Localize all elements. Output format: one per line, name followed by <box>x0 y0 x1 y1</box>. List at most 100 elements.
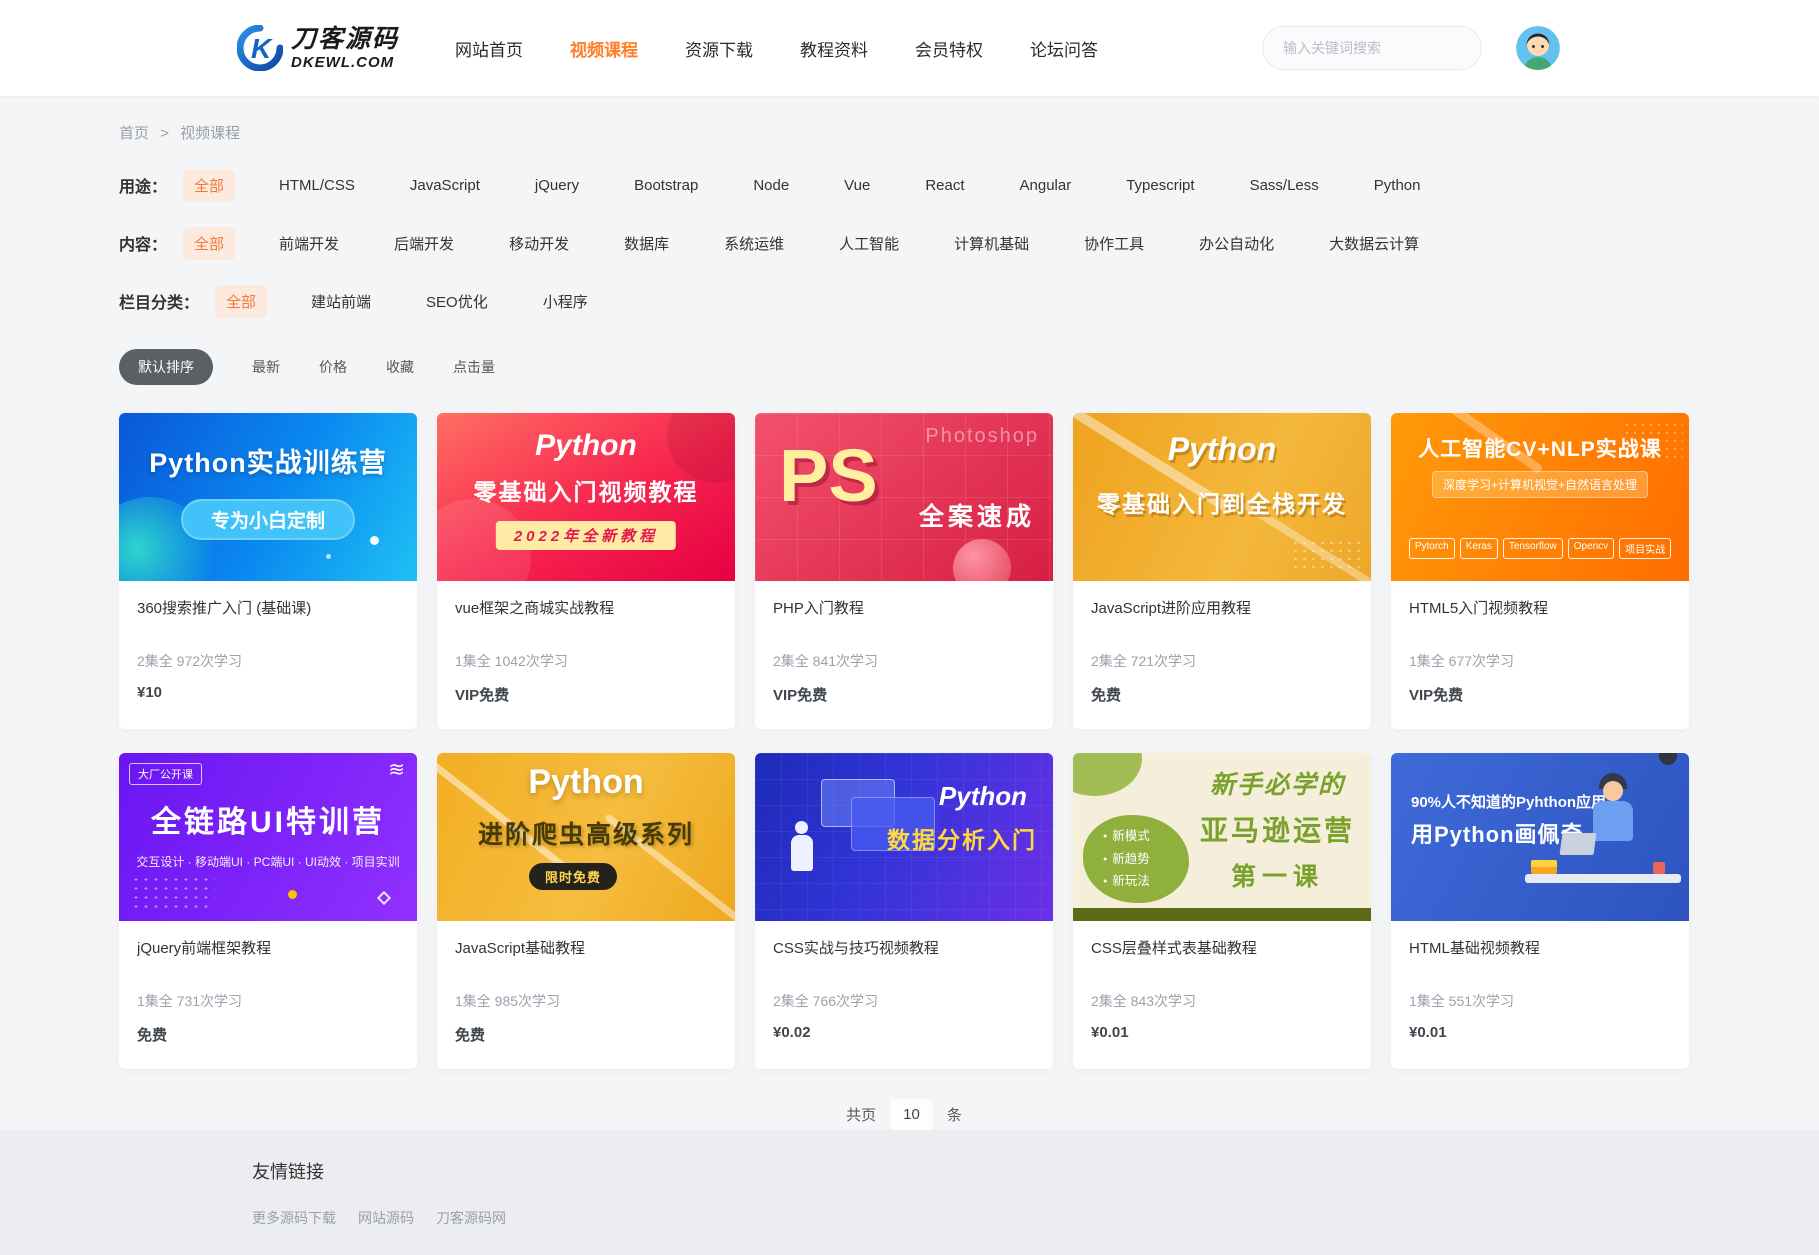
course-title: JavaScript基础教程 <box>455 937 717 958</box>
course-title: 360搜索推广入门 (基础课) <box>137 597 399 618</box>
course-stats: 2集全 721次学习 <box>1091 651 1353 671</box>
filter-option-jquery[interactable]: jQuery <box>524 171 590 200</box>
filter-option-site-frontend[interactable]: 建站前端 <box>300 285 382 318</box>
filter-option-node[interactable]: Node <box>742 171 800 200</box>
thumb-tag: 项目实战 <box>1619 538 1671 559</box>
filter-option-javascript[interactable]: JavaScript <box>399 171 491 200</box>
breadcrumb-home[interactable]: 首页 <box>119 125 149 142</box>
course-card[interactable]: 90%人不知道的Pyhthon应用 用Python画佩奇 HTML基础视频教程 … <box>1391 753 1689 1069</box>
search-box <box>1262 26 1482 70</box>
footer-title: 友情链接 <box>252 1158 1819 1184</box>
thumb-tag: Pytorch <box>1409 538 1455 559</box>
course-card[interactable]: Python 进阶爬虫高级系列 限时免费 JavaScript基础教程 1集全 … <box>437 753 735 1069</box>
logo-en-text: DKEWL.COM <box>291 55 399 70</box>
filter-option-seo[interactable]: SEO优化 <box>415 285 499 318</box>
filter-option-all[interactable]: 全部 <box>183 227 235 260</box>
decor-lamp <box>1659 753 1677 765</box>
filter-option-miniprogram[interactable]: 小程序 <box>532 285 599 318</box>
course-title: jQuery前端框架教程 <box>137 937 399 958</box>
filter-option-mobile[interactable]: 移动开发 <box>498 227 580 260</box>
course-card[interactable]: Python 零基础入门视频教程 2022年全新教程 vue框架之商城实战教程 … <box>437 413 735 729</box>
thumb-brand: Python <box>939 781 1027 812</box>
sort-favorites[interactable]: 收藏 <box>386 357 414 377</box>
course-card[interactable]: Photoshop PS 全案速成 PHP入门教程 2集全 841次学习 VIP… <box>755 413 1053 729</box>
nav-item-downloads[interactable]: 资源下载 <box>685 36 753 61</box>
course-card[interactable]: 大厂公开课 ≋ 全链路UI特训营 交互设计 · 移动端UI · PC端UI · … <box>119 753 417 1069</box>
filter-option-backend[interactable]: 后端开发 <box>383 227 465 260</box>
thumb-headline: 零基础入门到全栈开发 <box>1073 485 1371 519</box>
site-logo[interactable]: K 刀客源码 DKEWL.COM <box>237 25 399 71</box>
course-thumbnail: Photoshop PS 全案速成 <box>755 413 1053 581</box>
course-card[interactable]: 人工智能CV+NLP实战课 深度学习+计算机视觉+自然语言处理 Pytorch … <box>1391 413 1689 729</box>
user-avatar[interactable] <box>1516 26 1560 70</box>
breadcrumb-current: 视频课程 <box>180 125 240 142</box>
thumb-headline: 数据分析入门 <box>887 821 1037 855</box>
filter-option-vue[interactable]: Vue <box>833 171 881 200</box>
course-price: 免费 <box>1091 684 1353 705</box>
nav-item-membership[interactable]: 会员特权 <box>915 36 983 61</box>
filter-row-usage: 用途： 全部 HTML/CSS JavaScript jQuery Bootst… <box>119 169 1689 201</box>
course-card[interactable]: Python 数据分析入门 CSS实战与技巧视频教程 2集全 766次学习 ¥0… <box>755 753 1053 1069</box>
filter-row-category: 栏目分类： 全部 建站前端 SEO优化 小程序 <box>119 285 1689 317</box>
thumb-headline: 进阶爬虫高级系列 <box>437 815 735 851</box>
filter-option-bigdata-cloud[interactable]: 大数据云计算 <box>1318 227 1430 260</box>
nav-item-forum[interactable]: 论坛问答 <box>1030 36 1098 61</box>
footer-link-dkewl[interactable]: 刀客源码网 <box>436 1208 506 1228</box>
decor-dots <box>131 875 215 911</box>
nav-item-tutorials[interactable]: 教程资料 <box>800 36 868 61</box>
sort-price[interactable]: 价格 <box>319 357 347 377</box>
filter-option-angular[interactable]: Angular <box>1009 171 1083 200</box>
footer-link-site-source[interactable]: 网站源码 <box>358 1208 414 1228</box>
course-thumbnail: 新模式 新趋势 新玩法 新手必学的 亚马逊运营 第一课 <box>1073 753 1371 921</box>
thumb-brand: Python <box>437 429 735 463</box>
decor-blob <box>1073 753 1142 796</box>
filter-option-frontend[interactable]: 前端开发 <box>268 227 350 260</box>
sort-newest[interactable]: 最新 <box>252 357 280 377</box>
nav-item-video-courses[interactable]: 视频课程 <box>570 36 638 61</box>
decor-person <box>795 821 808 834</box>
course-thumbnail: Python 零基础入门视频教程 2022年全新教程 <box>437 413 735 581</box>
sort-default[interactable]: 默认排序 <box>119 349 213 385</box>
course-card[interactable]: 新模式 新趋势 新玩法 新手必学的 亚马逊运营 第一课 CSS层叠样式表基础教程 <box>1073 753 1371 1069</box>
decor-dots <box>1291 539 1361 573</box>
search-input[interactable] <box>1283 40 1461 56</box>
thumb-bullet: 新模式 <box>1103 825 1189 848</box>
logo-cn-text: 刀客源码 <box>291 27 399 52</box>
decor-dot <box>288 890 297 899</box>
course-thumbnail: Python 进阶爬虫高级系列 限时免费 <box>437 753 735 921</box>
course-stats: 1集全 731次学习 <box>137 991 399 1011</box>
course-price: VIP免费 <box>773 684 1035 705</box>
filter-option-sassless[interactable]: Sass/Less <box>1239 171 1330 200</box>
course-thumbnail: 人工智能CV+NLP实战课 深度学习+计算机视觉+自然语言处理 Pytorch … <box>1391 413 1689 581</box>
decor-books <box>1531 860 1557 874</box>
filter-option-htmlcss[interactable]: HTML/CSS <box>268 171 366 200</box>
filter-option-collab-tools[interactable]: 协作工具 <box>1073 227 1155 260</box>
sort-clicks[interactable]: 点击量 <box>453 357 495 377</box>
pagination-suffix: 条 <box>947 1104 962 1125</box>
filter-option-typescript[interactable]: Typescript <box>1115 171 1205 200</box>
filter-option-database[interactable]: 数据库 <box>613 227 680 260</box>
course-thumbnail: 大厂公开课 ≋ 全链路UI特训营 交互设计 · 移动端UI · PC端UI · … <box>119 753 417 921</box>
thumb-headline: 全链路UI特训营 <box>119 797 417 841</box>
decor-cup <box>1653 862 1665 874</box>
thumb-subtitle: 90%人不知道的Pyhthon应用 <box>1411 791 1606 812</box>
filter-row-content: 内容： 全部 前端开发 后端开发 移动开发 数据库 系统运维 人工智能 计算机基… <box>119 227 1689 259</box>
filter-option-office-automation[interactable]: 办公自动化 <box>1188 227 1285 260</box>
main-nav: 网站首页 视频课程 资源下载 教程资料 会员特权 论坛问答 <box>455 36 1098 61</box>
thumb-bullet: 新趋势 <box>1103 848 1189 871</box>
footer-link-more-source[interactable]: 更多源码下载 <box>252 1208 336 1228</box>
course-title: CSS实战与技巧视频教程 <box>773 937 1035 958</box>
course-thumbnail: 90%人不知道的Pyhthon应用 用Python画佩奇 <box>1391 753 1689 921</box>
thumb-corner-badge: 大厂公开课 <box>129 763 202 785</box>
course-card[interactable]: Python 零基础入门到全栈开发 JavaScript进阶应用教程 2集全 7… <box>1073 413 1371 729</box>
course-card[interactable]: Python实战训练营 专为小白定制 360搜索推广入门 (基础课) 2集全 9… <box>119 413 417 729</box>
filter-option-ai[interactable]: 人工智能 <box>828 227 910 260</box>
filter-option-react[interactable]: React <box>914 171 975 200</box>
filter-option-python[interactable]: Python <box>1363 171 1432 200</box>
filter-option-ops[interactable]: 系统运维 <box>713 227 795 260</box>
filter-option-bootstrap[interactable]: Bootstrap <box>623 171 709 200</box>
filter-option-cs-basics[interactable]: 计算机基础 <box>943 227 1040 260</box>
nav-item-home[interactable]: 网站首页 <box>455 36 523 61</box>
filter-option-all[interactable]: 全部 <box>183 169 235 202</box>
filter-option-all[interactable]: 全部 <box>215 285 267 318</box>
